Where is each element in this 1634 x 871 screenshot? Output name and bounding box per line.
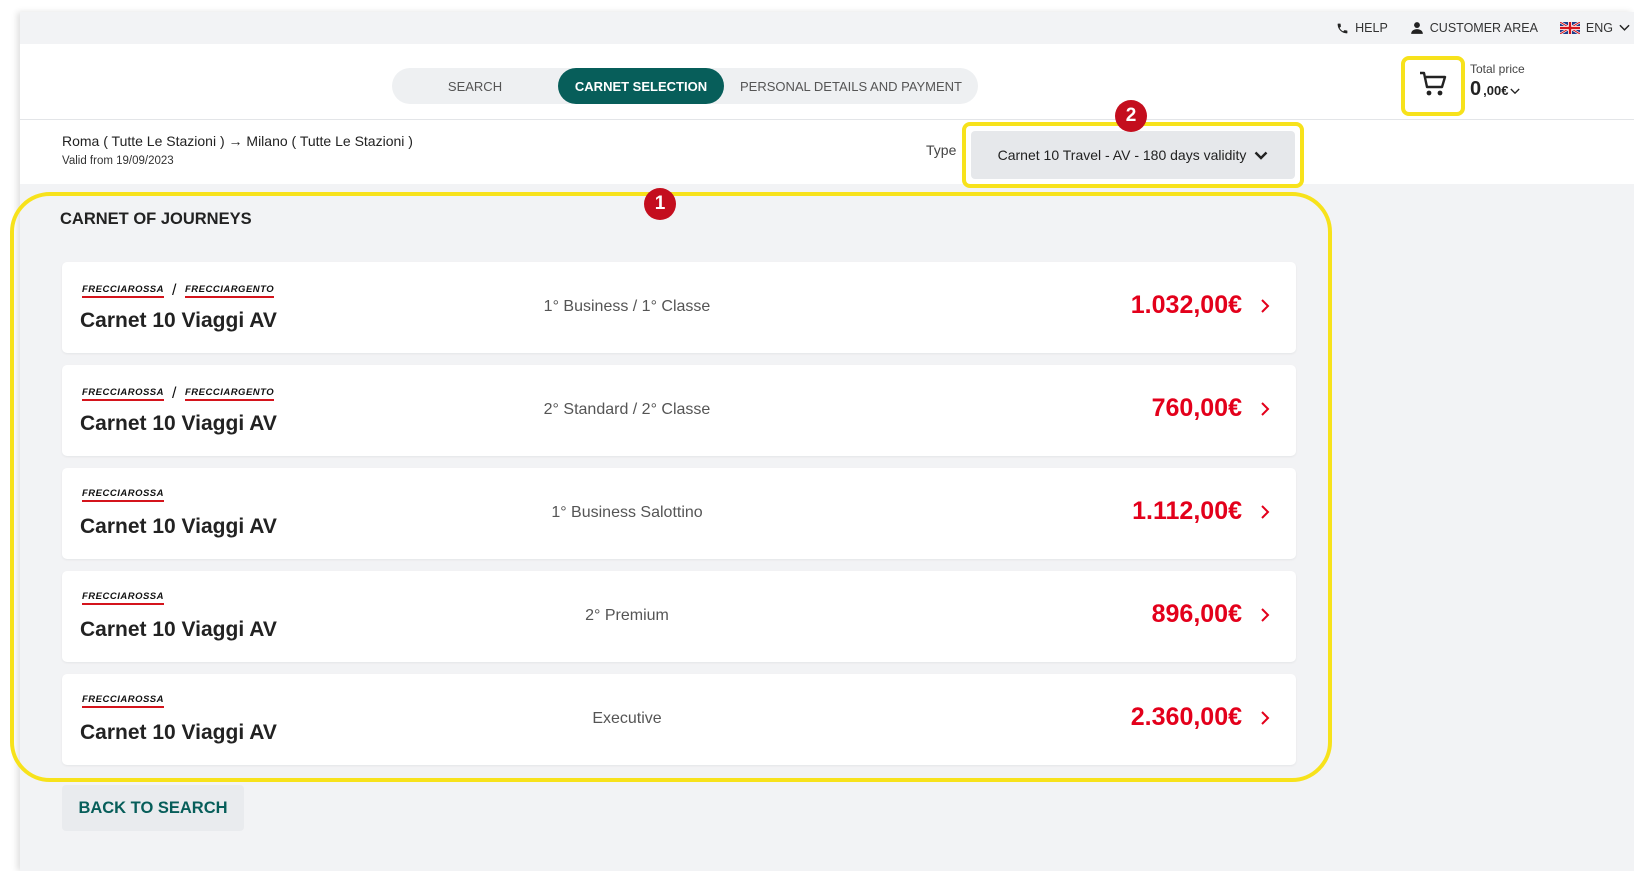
- type-label: Type: [926, 142, 957, 158]
- total-price-decimal: ,00€: [1483, 83, 1509, 98]
- brand-logos: FRECCIAROSSA: [82, 694, 165, 708]
- product-name: Carnet 10 Viaggi AV: [80, 721, 277, 744]
- type-select-highlight: Carnet 10 Travel - AV - 180 days validit…: [962, 122, 1304, 188]
- section-title: CARNET OF JOURNEYS: [60, 210, 252, 228]
- service-class: 1° Business / 1° Classe: [543, 298, 711, 315]
- brand-separator: /: [172, 385, 177, 402]
- brand-logo: FRECCIAROSSA: [82, 694, 165, 708]
- brand-logos: FRECCIAROSSA: [82, 488, 165, 502]
- header: SEARCH CARNET SELECTION PERSONAL DETAILS…: [20, 44, 1634, 160]
- chevron-down-icon: [1619, 24, 1630, 32]
- carnet-list-section: 1 CARNET OF JOURNEYS FRECCIAROSSA / FRECCI…: [10, 184, 1634, 871]
- service-class: 1° Business Salottino: [551, 504, 703, 521]
- app-shell: HELP CUSTOMER AREA ENG SEARCH CARNET SEL…: [10, 12, 1634, 871]
- route-summary: Roma ( Tutte Le Stazioni ) → Milano ( Tu…: [62, 133, 413, 149]
- offer-card[interactable]: FRECCIAROSSA Carnet 10 Viaggi AV Executive…: [62, 674, 1296, 765]
- brand-logo: FRECCIAROSSA: [82, 488, 165, 502]
- help-label: HELP: [1355, 21, 1388, 35]
- total-price-integer: 0: [1470, 78, 1482, 100]
- brand-logos: FRECCIAROSSA / FRECCIARGENTO: [82, 385, 275, 403]
- validity-date: Valid from 19/09/2023: [62, 155, 174, 167]
- chevron-right-icon: [1260, 607, 1270, 628]
- offer-card[interactable]: FRECCIAROSSA Carnet 10 Viaggi AV 2° Premiu…: [62, 571, 1296, 662]
- language-selector[interactable]: ENG: [1559, 21, 1630, 35]
- uk-flag-icon: [1559, 22, 1580, 34]
- cart-button[interactable]: [1401, 56, 1465, 116]
- brand-separator: /: [172, 282, 177, 299]
- brand-logos: FRECCIAROSSA: [82, 591, 165, 605]
- product-name: Carnet 10 Viaggi AV: [80, 309, 277, 332]
- service-class: Executive: [592, 710, 662, 727]
- phone-icon: [1336, 22, 1349, 35]
- utility-bar: HELP CUSTOMER AREA ENG: [20, 12, 1634, 44]
- offer-price: 2.360,00€: [1130, 703, 1242, 731]
- offer-price: 760,00€: [1151, 394, 1242, 422]
- step-carnet-selection[interactable]: CARNET SELECTION: [558, 68, 724, 104]
- brand-logo: FRECCIAROSSA: [82, 284, 165, 298]
- brand-logos: FRECCIAROSSA / FRECCIARGENTO: [82, 282, 275, 300]
- service-class: 2° Premium: [585, 607, 669, 624]
- route-bar: Roma ( Tutte Le Stazioni ) → Milano ( Tu…: [20, 100, 1634, 188]
- progress-stepper: SEARCH CARNET SELECTION PERSONAL DETAILS…: [392, 68, 978, 104]
- brand-logo: FRECCIARGENTO: [184, 284, 275, 298]
- step-personal-details-payment[interactable]: PERSONAL DETAILS AND PAYMENT: [724, 68, 978, 104]
- user-icon: [1410, 21, 1424, 35]
- product-name: Carnet 10 Viaggi AV: [80, 412, 277, 435]
- product-name: Carnet 10 Viaggi AV: [80, 618, 277, 641]
- help-link[interactable]: HELP: [1336, 21, 1388, 35]
- back-to-search-button[interactable]: BACK TO SEARCH: [62, 785, 244, 831]
- chevron-right-icon: [1260, 401, 1270, 422]
- offer-price: 1.032,00€: [1130, 291, 1242, 319]
- total-price-label: Total price: [1470, 62, 1525, 76]
- total-price-toggle[interactable]: 0 ,00€: [1470, 78, 1521, 101]
- marker-1: 1: [644, 188, 676, 220]
- step-search[interactable]: SEARCH: [392, 68, 558, 104]
- page: HELP CUSTOMER AREA ENG SEARCH CARNET SEL…: [0, 0, 1634, 871]
- language-label: ENG: [1585, 21, 1613, 35]
- customer-area-link[interactable]: CUSTOMER AREA: [1410, 21, 1538, 35]
- brand-logo: FRECCIARGENTO: [184, 387, 275, 401]
- marker-2: 2: [1115, 100, 1147, 132]
- chevron-right-icon: [1260, 298, 1270, 319]
- chevron-right-icon: [1260, 710, 1270, 731]
- offer-card[interactable]: FRECCIAROSSA Carnet 10 Viaggi AV 1° Busine…: [62, 468, 1296, 559]
- carnet-type-select[interactable]: Carnet 10 Travel - AV - 180 days validit…: [971, 131, 1295, 179]
- brand-logo: FRECCIAROSSA: [82, 591, 165, 605]
- service-class: 2° Standard / 2° Classe: [543, 401, 711, 418]
- chevron-down-icon: [1510, 78, 1521, 101]
- offer-price: 1.112,00€: [1132, 497, 1242, 525]
- offer-price: 896,00€: [1151, 600, 1242, 628]
- product-name: Carnet 10 Viaggi AV: [80, 515, 277, 538]
- offer-card[interactable]: FRECCIAROSSA / FRECCIARGENTO Carnet 10 Viag…: [62, 262, 1296, 353]
- chevron-down-icon: [1254, 147, 1268, 163]
- chevron-right-icon: [1260, 504, 1270, 525]
- offer-card[interactable]: FRECCIAROSSA / FRECCIARGENTO Carnet 10 Viag…: [62, 365, 1296, 456]
- customer-area-label: CUSTOMER AREA: [1429, 21, 1538, 35]
- cart-icon: [1418, 70, 1448, 103]
- carnet-type-value: Carnet 10 Travel - AV - 180 days validit…: [997, 147, 1247, 163]
- brand-logo: FRECCIAROSSA: [82, 387, 165, 401]
